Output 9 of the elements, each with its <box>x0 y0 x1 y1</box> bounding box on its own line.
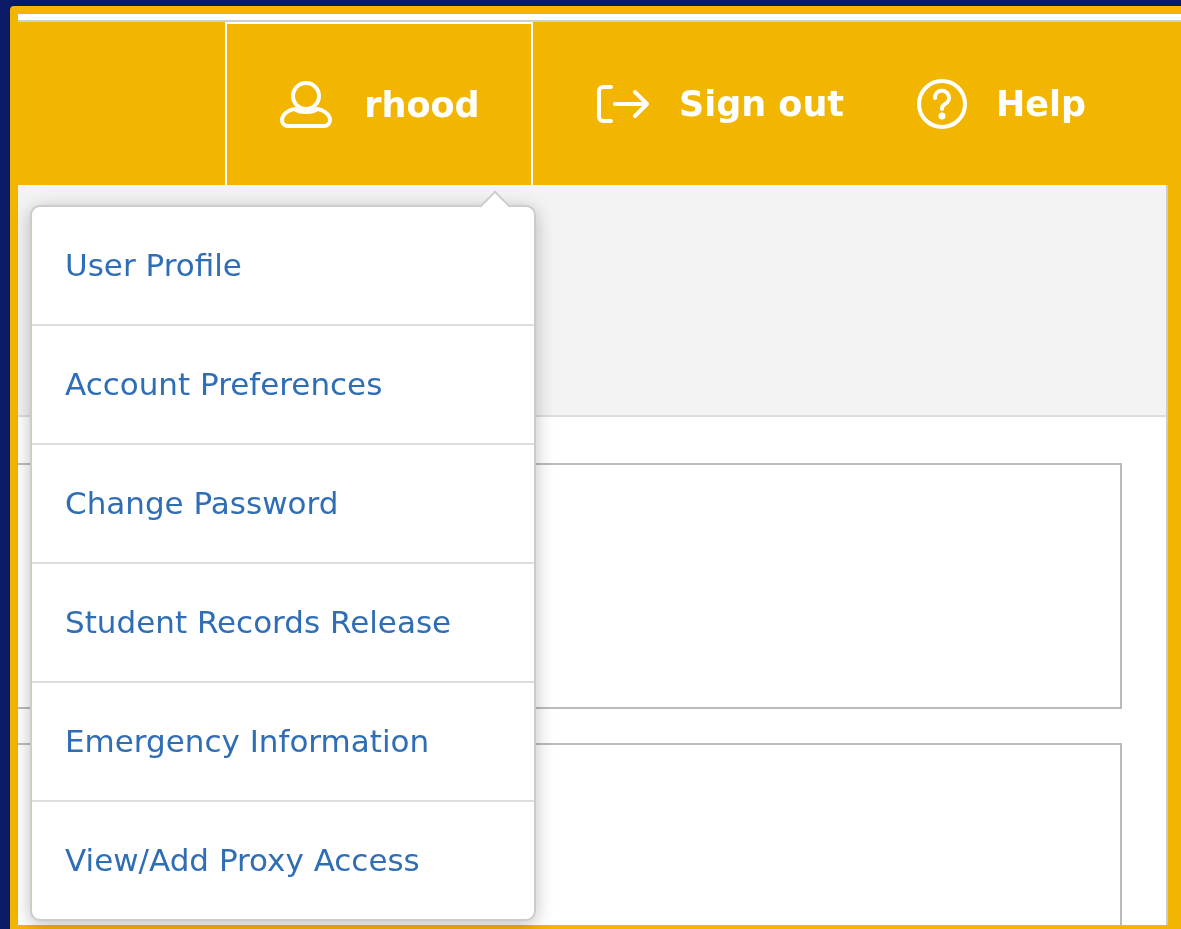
menu-item[interactable]: View/Add Proxy Access <box>32 800 534 919</box>
sign-out-icon <box>597 83 651 124</box>
menu-item[interactable]: Student Records Release <box>32 562 534 681</box>
menu-item[interactable]: Change Password <box>32 443 534 562</box>
menu-item[interactable]: Emergency Information <box>32 681 534 800</box>
help-icon <box>916 77 969 130</box>
user-icon <box>278 79 335 130</box>
menu-item[interactable]: User Profile <box>32 207 534 324</box>
menu-item[interactable]: Account Preferences <box>32 324 534 443</box>
